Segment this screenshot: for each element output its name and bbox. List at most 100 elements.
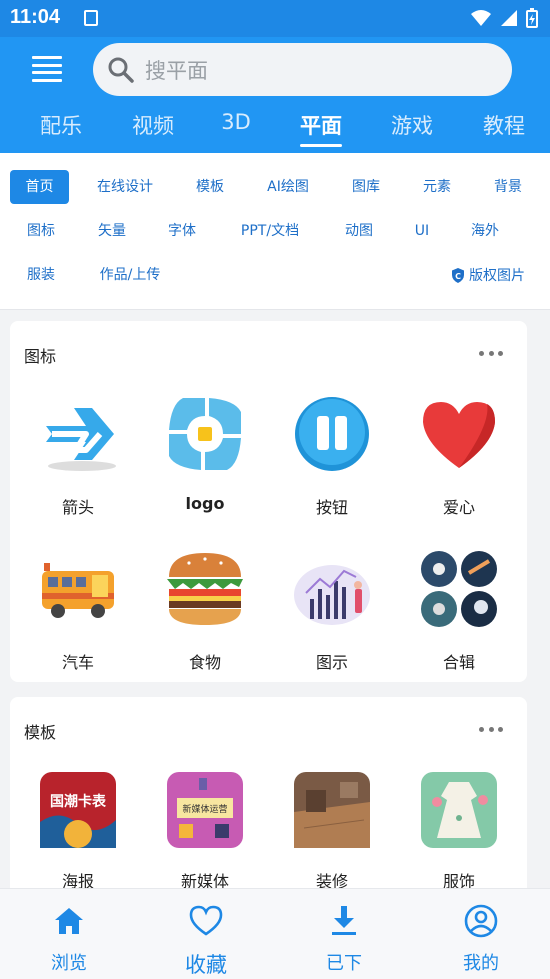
icon-item-collection[interactable]: 合辑	[399, 549, 519, 673]
tag-vector[interactable]: 矢量	[82, 214, 142, 248]
poster-text: 国潮卡表	[50, 793, 107, 810]
copyright-label: 版权图片	[469, 268, 525, 284]
tab-video[interactable]: 视频	[113, 110, 193, 140]
decoration-thumbnail	[294, 772, 370, 848]
nav-browse[interactable]: 浏览	[9, 903, 129, 975]
tab-label: 教程	[483, 114, 525, 138]
pause-button-icon	[292, 394, 372, 474]
tag-ui[interactable]: UI	[402, 214, 442, 248]
icon-item-label: 箭头	[61, 498, 94, 517]
section-title: 图标	[24, 347, 57, 366]
svg-text:C: C	[455, 272, 461, 281]
tag-clothing[interactable]: 服装	[11, 258, 71, 292]
icon-item-diagram[interactable]: 图示	[272, 549, 392, 673]
header: 11:04 搜平面 配乐 视频 3D 平面 游戏 教程	[0, 0, 550, 153]
tab-game[interactable]: 游戏	[372, 110, 452, 140]
user-icon	[464, 904, 498, 938]
tag-template[interactable]: 模板	[180, 170, 240, 204]
new-media-thumbnail: 新媒体运营	[167, 772, 243, 848]
status-time: 11:04	[10, 6, 61, 28]
tag-overseas[interactable]: 海外	[455, 214, 515, 248]
nav-label: 已下	[326, 953, 362, 974]
icon-item-label: 爱心	[442, 498, 475, 517]
tag-ai-draw[interactable]: AI绘图	[253, 170, 323, 204]
tab-label: 配乐	[40, 114, 82, 138]
search-icon	[108, 57, 134, 83]
wifi-icon	[471, 10, 491, 26]
icon-item-heart[interactable]: 爱心	[399, 394, 519, 518]
apparel-thumbnail	[421, 772, 497, 848]
logo-icon	[165, 394, 245, 474]
search-bar[interactable]: 搜平面	[93, 43, 512, 96]
nav-mine[interactable]: 我的	[421, 903, 541, 975]
nav-label: 浏览	[51, 953, 87, 974]
heart-icon	[419, 394, 499, 474]
icon-item-label: logo	[185, 494, 225, 513]
icon-item-label: 食物	[188, 653, 221, 672]
template-item-decoration[interactable]: 装修	[272, 772, 392, 892]
arrow-icon	[38, 394, 118, 474]
tab-label: 3D	[221, 110, 251, 134]
tag-gallery[interactable]: 图库	[336, 170, 396, 204]
template-item-apparel[interactable]: 服饰	[399, 772, 519, 892]
tab-3d[interactable]: 3D	[196, 110, 276, 134]
icon-item-food[interactable]: 食物	[145, 549, 265, 673]
icon-item-label: 图示	[315, 653, 348, 672]
tag-icon[interactable]: 图标	[11, 214, 71, 248]
status-icons	[470, 8, 538, 28]
chart-illustration-icon	[292, 549, 372, 629]
tab-graphic[interactable]: 平面	[281, 110, 361, 147]
icon-item-label: 汽车	[61, 653, 94, 672]
copyright-images-link[interactable]: C 版权图片	[451, 265, 525, 285]
template-item-new-media[interactable]: 新媒体运营 新媒体	[145, 772, 265, 892]
tab-label: 游戏	[391, 114, 433, 138]
bottom-nav: 浏览 收藏 已下 我的	[0, 888, 550, 979]
more-icon[interactable]	[479, 351, 503, 357]
tag-panel: 首页 在线设计 模板 AI绘图 图库 元素 背景 图标 矢量 字体 PPT/文档…	[0, 153, 550, 310]
battery-icon	[526, 8, 538, 28]
section-title: 模板	[24, 723, 57, 742]
tab-tutorial[interactable]: 教程	[464, 110, 544, 140]
tab-underline	[300, 144, 342, 147]
menu-icon[interactable]	[32, 56, 62, 82]
download-icon	[332, 906, 356, 935]
nav-label: 收藏	[185, 953, 227, 977]
signal-icon	[501, 10, 517, 26]
tab-label: 平面	[300, 114, 342, 138]
icons-card: 图标 箭头 logo 按钮 爱心 汽车 食物 图示 合辑	[10, 321, 527, 682]
tag-gif[interactable]: 动图	[329, 214, 389, 248]
tag-ppt[interactable]: PPT/文档	[230, 214, 310, 248]
tag-element[interactable]: 元素	[407, 170, 467, 204]
status-bar: 11:04	[0, 0, 550, 37]
tag-online-design[interactable]: 在线设计	[85, 170, 165, 204]
tab-music[interactable]: 配乐	[21, 110, 101, 140]
collection-icon	[419, 549, 499, 629]
bus-icon	[38, 549, 118, 629]
burger-icon	[165, 549, 245, 629]
tag-upload[interactable]: 作品/上传	[88, 258, 172, 292]
icon-item-button[interactable]: 按钮	[272, 394, 392, 518]
tag-background[interactable]: 背景	[478, 170, 538, 204]
app-root: 11:04 搜平面 配乐 视频 3D 平面 游戏 教程 首页 在线设计 模板 A…	[0, 0, 550, 979]
icon-item-label: 合辑	[442, 653, 475, 672]
more-icon[interactable]	[479, 727, 503, 733]
tag-font[interactable]: 字体	[152, 214, 212, 248]
tab-label: 视频	[132, 114, 174, 138]
search-placeholder: 搜平面	[145, 58, 208, 83]
nav-downloaded[interactable]: 已下	[284, 903, 404, 975]
media-text: 新媒体运营	[182, 803, 227, 815]
icon-item-logo[interactable]: logo	[145, 394, 265, 513]
tag-home[interactable]: 首页	[10, 170, 69, 204]
template-item-poster[interactable]: 国潮卡表 海报	[18, 772, 138, 892]
shield-icon: C	[452, 267, 464, 283]
nav-label: 我的	[463, 953, 499, 974]
icon-item-label: 按钮	[315, 498, 348, 517]
icon-item-arrow[interactable]: 箭头	[18, 394, 138, 518]
icon-item-car[interactable]: 汽车	[18, 549, 138, 673]
notification-icon	[84, 10, 98, 26]
home-icon	[55, 908, 83, 934]
category-tabs: 配乐 视频 3D 平面 游戏 教程	[0, 110, 550, 150]
nav-favorites[interactable]: 收藏	[146, 903, 266, 979]
poster-thumbnail: 国潮卡表	[40, 772, 116, 848]
templates-card: 模板 国潮卡表 海报 新媒体运营 新媒体 装修 服饰	[10, 697, 527, 897]
